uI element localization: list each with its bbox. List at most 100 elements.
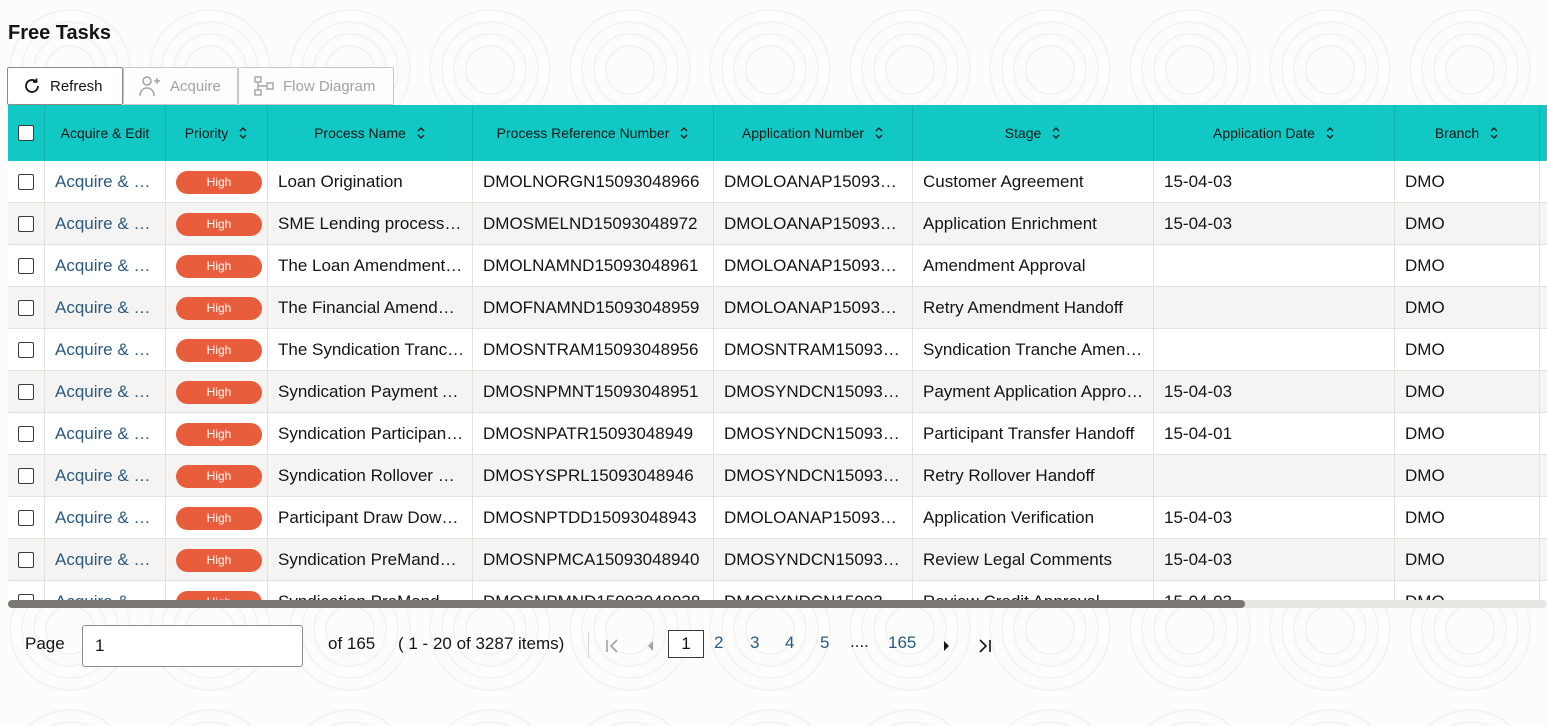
header-acquire-edit[interactable]: Acquire & Edit xyxy=(45,105,166,161)
header-priority[interactable]: Priority xyxy=(166,105,268,161)
flow-diagram-button[interactable]: Flow Diagram xyxy=(238,67,394,105)
row-checkbox[interactable] xyxy=(18,468,34,484)
row-select-cell[interactable] xyxy=(8,455,45,497)
select-all-checkbox[interactable] xyxy=(18,125,34,141)
row-checkbox[interactable] xyxy=(18,426,34,442)
acquire-edit-link-text[interactable]: Acquire & Edit xyxy=(55,550,165,570)
header-application-number[interactable]: Application Number xyxy=(714,105,913,161)
row-checkbox[interactable] xyxy=(18,342,34,358)
row-select-cell[interactable] xyxy=(8,329,45,371)
acquire-edit-link[interactable]: Acquire & Edit xyxy=(45,455,166,497)
header-branch[interactable]: Branch xyxy=(1395,105,1540,161)
sort-icon[interactable] xyxy=(1489,126,1499,140)
page-3-button[interactable]: 3 xyxy=(750,629,759,657)
table-row[interactable]: Acquire & Edit High Syndication Rollover P… xyxy=(8,455,1547,497)
header-process-name[interactable]: Process Name xyxy=(268,105,473,161)
process-reference-cell: DMOSMELND15093048972 xyxy=(473,203,714,245)
acquire-edit-link-text[interactable]: Acquire & Edit xyxy=(55,298,165,318)
priority-cell: High xyxy=(166,287,268,329)
application-number-cell-text: DMOSYNDCN15093048951 xyxy=(724,382,912,401)
acquire-edit-link[interactable]: Acquire & Edit xyxy=(45,203,166,245)
table-row[interactable]: Acquire & Edit High SME Lending process fl… xyxy=(8,203,1547,245)
stage-cell: Retry Rollover Handoff xyxy=(913,455,1154,497)
page-5-button[interactable]: 5 xyxy=(820,629,829,657)
row-select-cell[interactable] xyxy=(8,497,45,539)
acquire-edit-link[interactable]: Acquire & Edit xyxy=(45,287,166,329)
acquire-edit-link-text[interactable]: Acquire & Edit xyxy=(55,340,165,360)
row-select-cell[interactable] xyxy=(8,203,45,245)
application-number-cell-text: DMOLOANAP15093048961 xyxy=(724,256,912,275)
row-select-cell[interactable] xyxy=(8,245,45,287)
acquire-edit-link[interactable]: Acquire & Edit xyxy=(45,539,166,581)
acquire-edit-link-text[interactable]: Acquire & Edit xyxy=(55,466,165,486)
row-checkbox[interactable] xyxy=(18,174,34,190)
table-row[interactable]: Acquire & Edit High The Syndication Tranch… xyxy=(8,329,1547,371)
table-row[interactable]: Acquire & Edit High Participant Draw Down … xyxy=(8,497,1547,539)
branch-cell: DMO xyxy=(1395,413,1540,455)
page-1-button[interactable]: 1 xyxy=(668,630,704,658)
acquire-edit-link[interactable]: Acquire & Edit xyxy=(45,245,166,287)
stage-cell: Application Verification xyxy=(913,497,1154,539)
acquire-edit-link-text[interactable]: Acquire & Edit xyxy=(55,508,165,528)
previous-page-button[interactable] xyxy=(638,634,662,658)
acquire-edit-link[interactable]: Acquire & Edit xyxy=(45,497,166,539)
page-number-input[interactable] xyxy=(82,625,303,667)
row-checkbox[interactable] xyxy=(18,552,34,568)
acquire-edit-link-text[interactable]: Acquire & Edit xyxy=(55,424,165,444)
next-page-button[interactable] xyxy=(935,634,959,658)
table-row[interactable]: Acquire & Edit High Loan Origination DMOLNO… xyxy=(8,161,1547,203)
refresh-button[interactable]: Refresh xyxy=(7,67,123,105)
header-stage[interactable]: Stage xyxy=(913,105,1154,161)
acquire-button[interactable]: Acquire xyxy=(123,67,238,105)
refresh-label: Refresh xyxy=(50,77,103,95)
acquire-edit-link-text[interactable]: Acquire & Edit xyxy=(55,256,165,276)
table-row[interactable]: Acquire & Edit High Syndication Payment Ap… xyxy=(8,371,1547,413)
row-checkbox[interactable] xyxy=(18,510,34,526)
header-process-reference-number[interactable]: Process Reference Number xyxy=(473,105,714,161)
table-row[interactable]: Acquire & Edit High Syndication PreMandate… xyxy=(8,539,1547,581)
horizontal-scrollbar-thumb[interactable] xyxy=(8,600,1245,608)
sort-icon[interactable] xyxy=(416,126,426,140)
stage-cell-text: Participant Transfer Handoff xyxy=(923,424,1135,443)
row-select-cell[interactable] xyxy=(8,539,45,581)
refresh-icon xyxy=(25,78,39,93)
sort-icon[interactable] xyxy=(1051,126,1061,140)
row-select-cell[interactable] xyxy=(8,413,45,455)
row-checkbox[interactable] xyxy=(18,216,34,232)
sort-icon[interactable] xyxy=(238,126,248,140)
table-row[interactable]: Acquire & Edit High The Loan Amendment Pro… xyxy=(8,245,1547,287)
row-select-cell[interactable] xyxy=(8,287,45,329)
application-date-cell: 15-04-03 xyxy=(1154,371,1395,413)
acquire-edit-link-text[interactable]: Acquire & Edit xyxy=(55,172,165,192)
acquire-edit-link[interactable]: Acquire & Edit xyxy=(45,371,166,413)
application-date-cell: 15-04-03 xyxy=(1154,161,1395,203)
acquire-edit-link[interactable]: Acquire & Edit xyxy=(45,413,166,455)
table-row[interactable]: Acquire & Edit High Syndication Participan… xyxy=(8,413,1547,455)
row-checkbox[interactable] xyxy=(18,300,34,316)
branch-cell-text: DMO xyxy=(1405,172,1445,191)
header-application-date[interactable]: Application Date xyxy=(1154,105,1395,161)
page-2-button[interactable]: 2 xyxy=(714,629,723,657)
row-checkbox[interactable] xyxy=(18,258,34,274)
sort-icon[interactable] xyxy=(874,126,884,140)
process-name-cell-text: Syndication Payment Application xyxy=(278,382,472,401)
row-select-cell[interactable] xyxy=(8,371,45,413)
last-page-number-button[interactable]: 165 xyxy=(888,629,916,657)
first-page-button[interactable] xyxy=(600,634,624,658)
acquire-edit-link[interactable]: Acquire & Edit xyxy=(45,329,166,371)
table-row[interactable]: Acquire & Edit High The Financial Amendmen… xyxy=(8,287,1547,329)
acquire-edit-link-text[interactable]: Acquire & Edit xyxy=(55,382,165,402)
sort-icon[interactable] xyxy=(679,126,689,140)
branch-cell: DMO xyxy=(1395,161,1540,203)
row-checkbox[interactable] xyxy=(18,384,34,400)
acquire-edit-link[interactable]: Acquire & Edit xyxy=(45,161,166,203)
page-4-button[interactable]: 4 xyxy=(785,629,794,657)
stage-cell: Participant Transfer Handoff xyxy=(913,413,1154,455)
header-select-all[interactable] xyxy=(8,105,45,161)
last-page-button[interactable] xyxy=(973,634,997,658)
process-name-cell-text: SME Lending process flow xyxy=(278,214,472,233)
row-select-cell[interactable] xyxy=(8,161,45,203)
sort-icon[interactable] xyxy=(1325,126,1335,140)
acquire-edit-link-text[interactable]: Acquire & Edit xyxy=(55,214,165,234)
stage-cell-text: Retry Rollover Handoff xyxy=(923,466,1095,485)
